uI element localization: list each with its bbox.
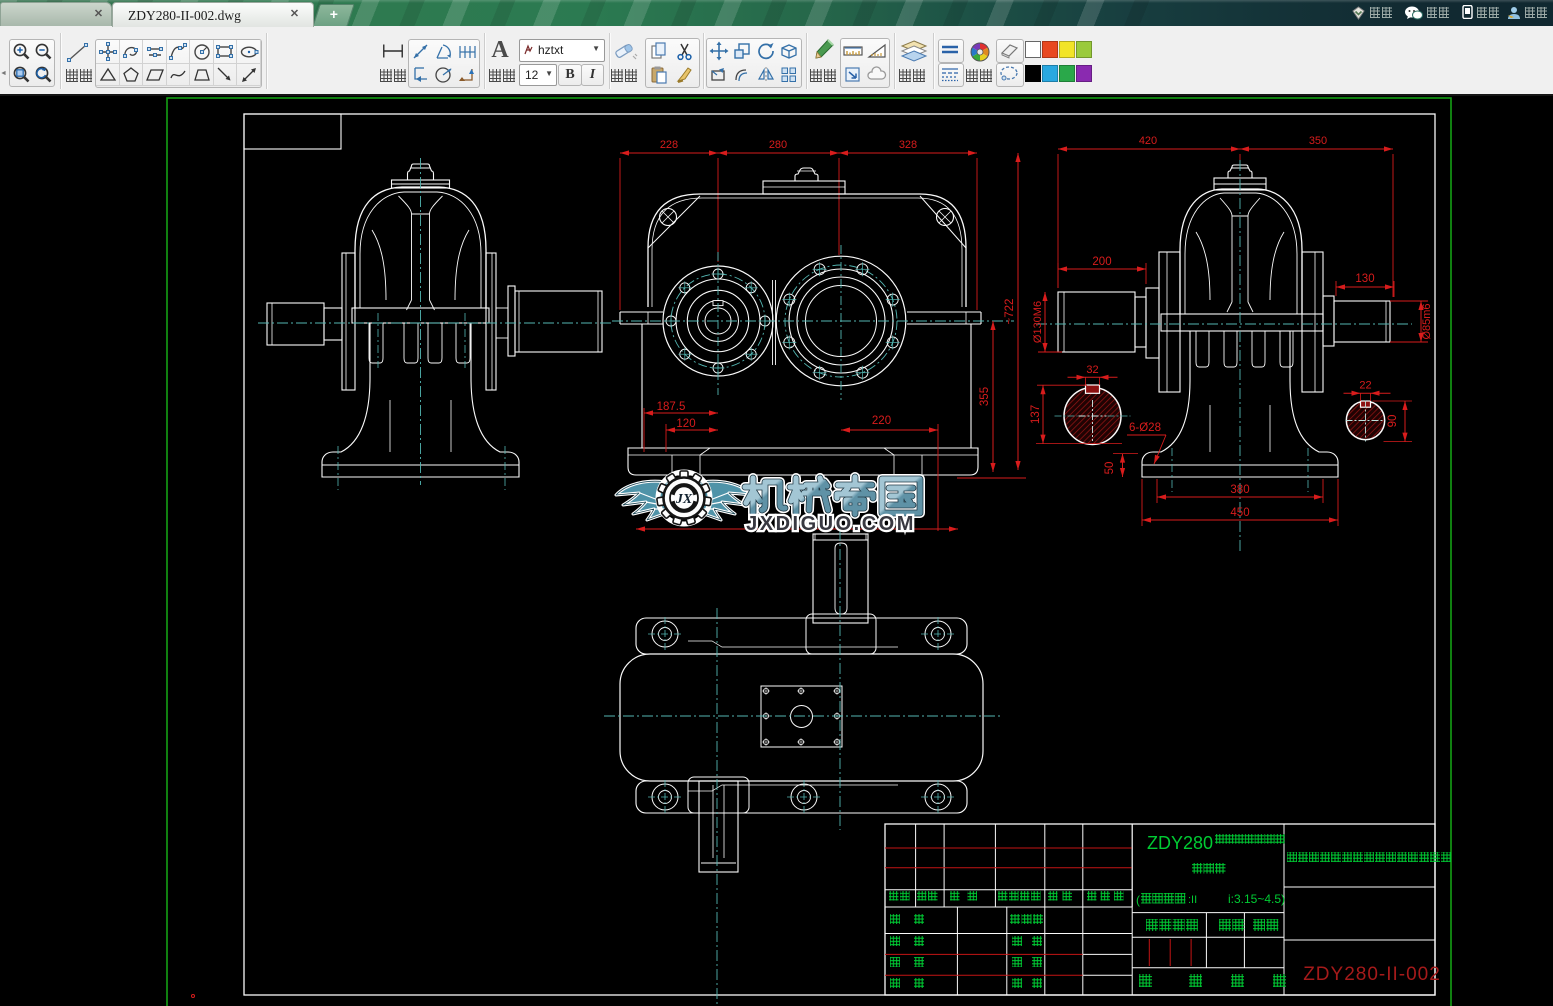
svg-text:420: 420 [1139,135,1157,147]
svg-text:22: 22 [1359,380,1371,392]
svg-text:280: 280 [769,139,787,151]
svg-text:187.5: 187.5 [657,401,686,413]
svg-text:137: 137 [1030,405,1042,424]
svg-text:ZDY280: ZDY280 [1147,833,1213,853]
svg-text:355: 355 [979,387,991,406]
svg-text:Ø85m6: Ø85m6 [1421,303,1433,339]
svg-text:200: 200 [1092,256,1111,268]
svg-text:6-Ø28: 6-Ø28 [1129,422,1161,434]
svg-text:Ø130M6: Ø130M6 [1032,301,1044,343]
svg-text:130: 130 [1355,273,1374,285]
svg-text:(: ( [1136,893,1140,907]
svg-text:350: 350 [1309,135,1327,147]
svg-text:JX: JX [675,492,693,507]
svg-text:32: 32 [1086,364,1098,376]
svg-text:328: 328 [899,139,917,151]
svg-text:ZDY280-II-002: ZDY280-II-002 [1303,964,1441,985]
svg-text:228: 228 [660,139,678,151]
svg-text:220: 220 [872,415,891,427]
svg-text::II: :II [1188,894,1197,906]
svg-text:90: 90 [1387,415,1399,428]
svg-text:380: 380 [1230,484,1249,496]
svg-text:120: 120 [676,418,695,430]
svg-text:JXDIGUO.COM: JXDIGUO.COM [746,513,916,535]
svg-text:50: 50 [1104,462,1116,475]
svg-text:i:3.15~4.5): i:3.15~4.5) [1228,892,1285,906]
svg-text:450: 450 [1230,507,1249,519]
svg-text:~722: ~722 [1004,299,1016,325]
